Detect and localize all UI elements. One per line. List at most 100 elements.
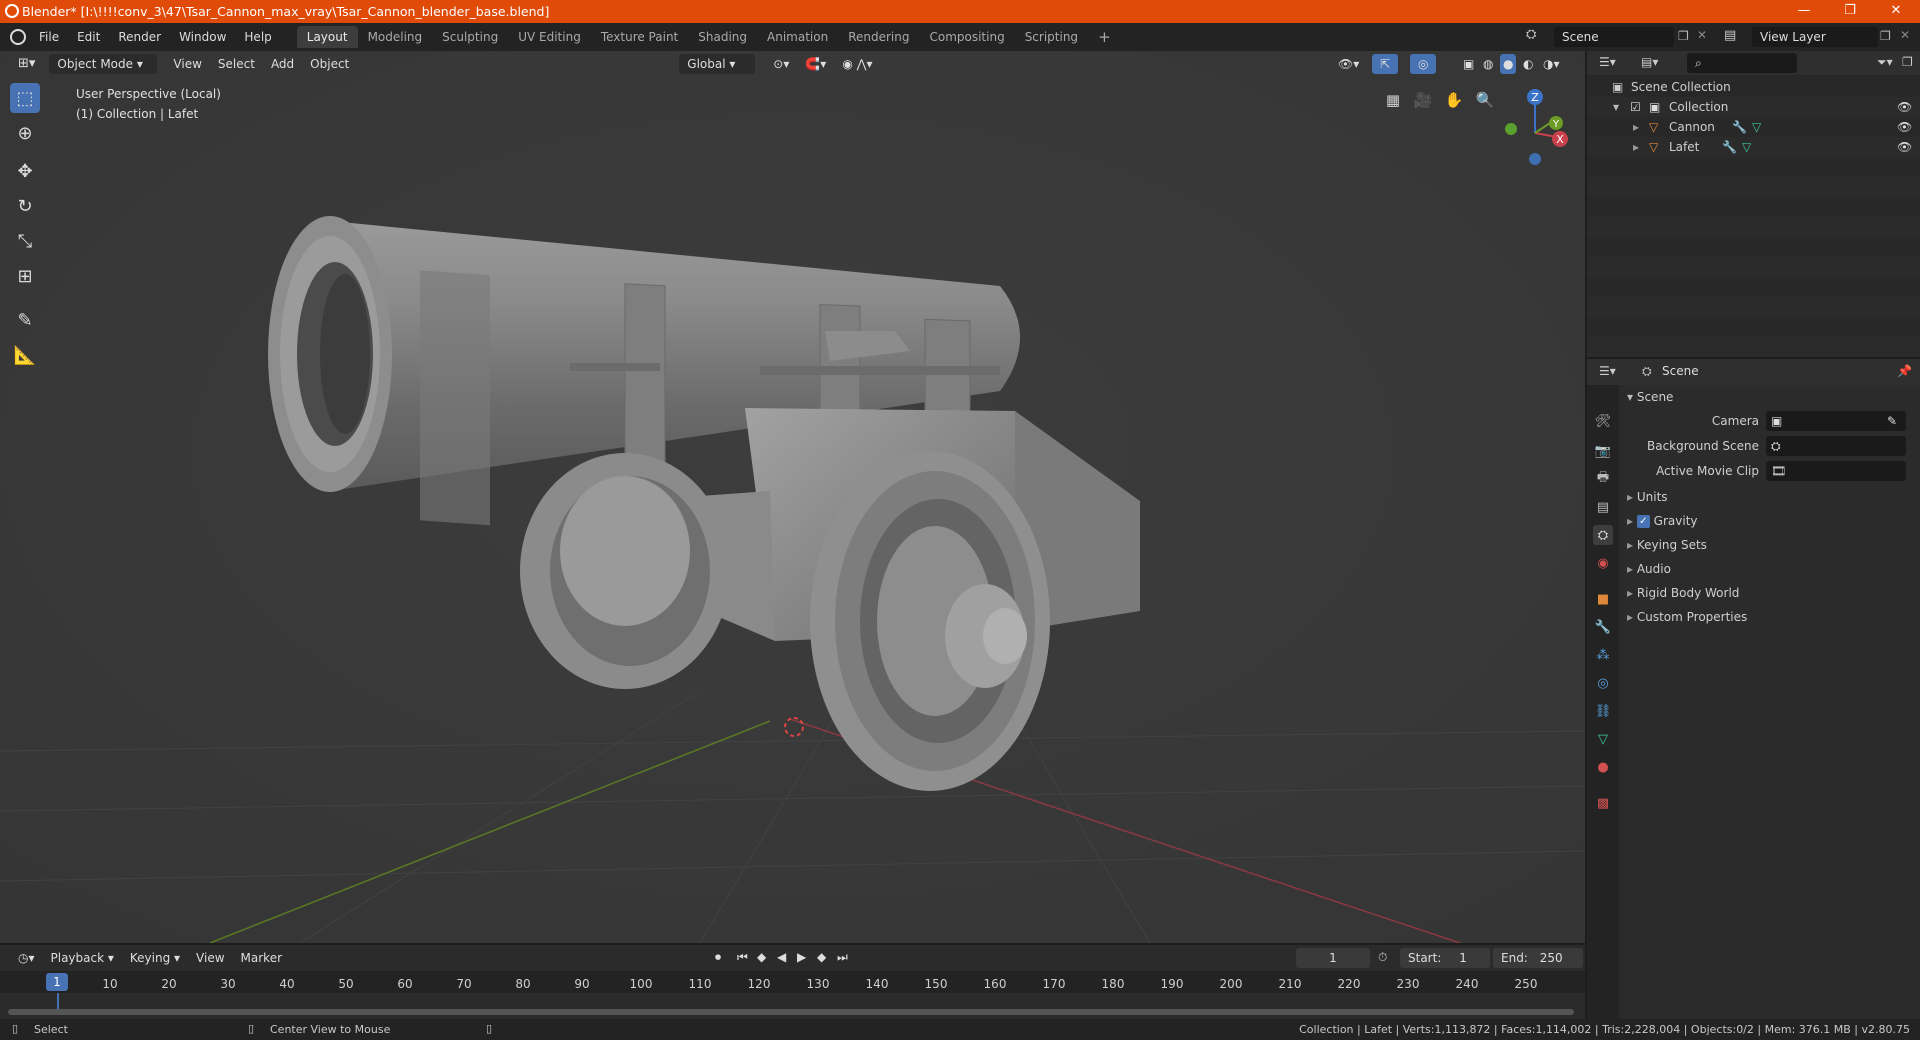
menu-help[interactable]: Help	[235, 26, 280, 48]
scene-field[interactable]: Scene	[1554, 27, 1674, 47]
background-scene-field[interactable]: ⛭	[1766, 436, 1906, 456]
start-frame-field[interactable]: Start: 1	[1400, 948, 1490, 968]
menu-edit[interactable]: Edit	[68, 26, 109, 48]
physics-tab-icon[interactable]: ◎	[1593, 673, 1613, 693]
gravity-checkbox-icon[interactable]: ✓	[1636, 515, 1650, 528]
scene-tab-icon[interactable]: ⛭	[1593, 525, 1613, 545]
data-tab-icon[interactable]: ▽	[1593, 729, 1613, 749]
measure-tool[interactable]: 📐	[10, 340, 40, 370]
transform-tool[interactable]: ⊞	[10, 261, 40, 291]
current-frame-field[interactable]: 1	[1296, 948, 1370, 968]
expand-arrow-icon[interactable]: ▸	[1633, 117, 1639, 137]
outliner-editor-icon[interactable]: ☰▾	[1599, 55, 1616, 69]
close-button[interactable]: ✕	[1873, 0, 1919, 23]
camera-view-icon[interactable]: 🎥	[1410, 87, 1436, 113]
render-tab-icon[interactable]: 📷	[1593, 441, 1613, 461]
world-tab-icon[interactable]: ◉	[1593, 553, 1613, 573]
new-collection-icon[interactable]: ❐	[1902, 55, 1913, 69]
outliner-search-input[interactable]: ⌕	[1687, 53, 1797, 73]
checkbox-icon[interactable]: ☑	[1630, 97, 1641, 117]
new-scene-icon[interactable]: ❐	[1678, 29, 1689, 43]
pan-view-icon[interactable]: ✋	[1441, 87, 1467, 113]
select-box-tool[interactable]: ⬚	[10, 83, 40, 113]
rotate-tool[interactable]: ↻	[10, 191, 40, 221]
modifier-tab-icon[interactable]: 🔧	[1593, 617, 1613, 637]
rigid-body-world-section[interactable]: ▸ Rigid Body World	[1627, 581, 1917, 605]
eye-icon[interactable]: 👁	[1897, 137, 1912, 157]
filter-icon[interactable]: ⏷▾	[1877, 55, 1893, 70]
grid-view-icon[interactable]: ▦	[1380, 87, 1406, 113]
tab-rendering[interactable]: Rendering	[838, 26, 919, 48]
tab-uv-editing[interactable]: UV Editing	[508, 26, 591, 48]
frame-ruler[interactable]: 1 10 20 30 40 50 60 70 80 90 100 110 120…	[0, 971, 1585, 993]
pin-icon[interactable]: 📌	[1897, 364, 1912, 378]
3d-viewport[interactable]: ⊞▾ Object Mode ▾ View Select Add Object …	[0, 51, 1585, 943]
maximize-button[interactable]: ❐	[1827, 0, 1873, 23]
blender-menu-icon[interactable]	[10, 29, 26, 45]
particles-tab-icon[interactable]: ⁂	[1593, 645, 1613, 665]
timeline-menu-keying[interactable]: Keying ▾	[122, 948, 188, 968]
scene-panel-header[interactable]: ▾ Scene	[1627, 385, 1917, 409]
tool-tab-icon[interactable]: 🛠	[1593, 411, 1613, 431]
expand-arrow-icon[interactable]: ▸	[1633, 137, 1639, 157]
annotate-tool[interactable]: ✎	[10, 305, 40, 335]
tab-sculpting[interactable]: Sculpting	[432, 26, 508, 48]
minimize-button[interactable]: —	[1781, 0, 1827, 23]
gravity-section[interactable]: ▸ ✓ Gravity	[1627, 509, 1917, 533]
record-button[interactable]: ⏺	[715, 950, 721, 965]
view-layer-icon[interactable]: ▤	[1724, 28, 1736, 43]
menu-window[interactable]: Window	[170, 26, 235, 48]
visibility-icon[interactable]: 👁▾	[1330, 54, 1367, 74]
tab-animation[interactable]: Animation	[757, 26, 838, 48]
outliner-row-cannon[interactable]: ▸ ▽ Cannon 🔧 ▽ 👁	[1587, 117, 1920, 137]
audio-section[interactable]: ▸ Audio	[1627, 557, 1917, 581]
delete-scene-icon[interactable]: ✕	[1697, 28, 1707, 42]
timeline-menu-playback[interactable]: Playback ▾	[43, 948, 122, 968]
mode-selector[interactable]: Object Mode ▾	[49, 54, 158, 74]
wireframe-shading-icon[interactable]: ◍	[1480, 54, 1496, 74]
tab-modeling[interactable]: Modeling	[358, 26, 433, 48]
display-mode-icon[interactable]: ▤▾	[1641, 55, 1658, 69]
timeline-scrollbar[interactable]	[8, 1009, 1574, 1015]
active-movie-clip-field[interactable]: 🎞	[1766, 461, 1906, 481]
jump-end-button[interactable]: ⏭	[837, 950, 848, 965]
stopwatch-icon[interactable]: ⏱	[1378, 950, 1387, 965]
keying-sets-section[interactable]: ▸ Keying Sets	[1627, 533, 1917, 557]
current-frame-indicator[interactable]: 1	[46, 973, 68, 991]
units-section[interactable]: ▸ Units	[1627, 485, 1917, 509]
tab-layout[interactable]: Layout	[296, 26, 358, 48]
menu-render[interactable]: Render	[109, 26, 170, 48]
orientation-selector[interactable]: Global ▾	[679, 54, 756, 74]
solid-shading-icon[interactable]: ●	[1500, 54, 1517, 74]
custom-properties-section[interactable]: ▸ Custom Properties	[1627, 605, 1917, 629]
texture-tab-icon[interactable]: ▩	[1593, 793, 1613, 813]
properties-editor-icon[interactable]: ☰▾	[1599, 364, 1616, 378]
gizmo-toggle-icon[interactable]: ⇱	[1372, 54, 1399, 74]
play-reverse-button[interactable]: ◀	[777, 950, 786, 964]
mesh-data-icon[interactable]: ▽	[1742, 137, 1751, 157]
modifier-icon[interactable]: 🔧	[1732, 117, 1747, 137]
jump-start-button[interactable]: ⏮	[737, 950, 748, 965]
viewport-menu-view[interactable]: View	[165, 54, 209, 74]
proportional-edit-icon[interactable]: ◉ ⋀▾	[834, 54, 880, 74]
snap-icon[interactable]: 🧲▾	[797, 54, 834, 74]
tab-scripting[interactable]: Scripting	[1015, 26, 1088, 48]
tab-shading[interactable]: Shading	[688, 26, 757, 48]
outliner-row-lafet[interactable]: ▸ ▽ Lafet 🔧 ▽ 👁	[1587, 137, 1920, 157]
eyedropper-icon[interactable]: ✎	[1887, 409, 1897, 433]
play-button[interactable]: ▶	[797, 950, 806, 964]
editor-type-icon[interactable]: ⊞▾	[10, 54, 43, 74]
xray-toggle-icon[interactable]: ▣	[1455, 54, 1482, 74]
add-workspace-button[interactable]: +	[1088, 26, 1121, 48]
tab-texture-paint[interactable]: Texture Paint	[591, 26, 688, 48]
new-view-layer-icon[interactable]: ❐	[1880, 29, 1891, 43]
menu-file[interactable]: File	[30, 26, 68, 48]
pivot-point-icon[interactable]: ⊙▾	[765, 54, 797, 74]
tab-compositing[interactable]: Compositing	[919, 26, 1014, 48]
overlay-toggle-icon[interactable]: ◎	[1410, 54, 1437, 74]
move-tool[interactable]: ✥	[10, 156, 40, 186]
outliner-row-scene-collection[interactable]: ▣ Scene Collection	[1587, 77, 1920, 97]
camera-field[interactable]: ▣	[1766, 411, 1906, 431]
view-layer-field[interactable]: View Layer	[1752, 27, 1878, 47]
timeline-menu-view[interactable]: View	[188, 948, 232, 968]
